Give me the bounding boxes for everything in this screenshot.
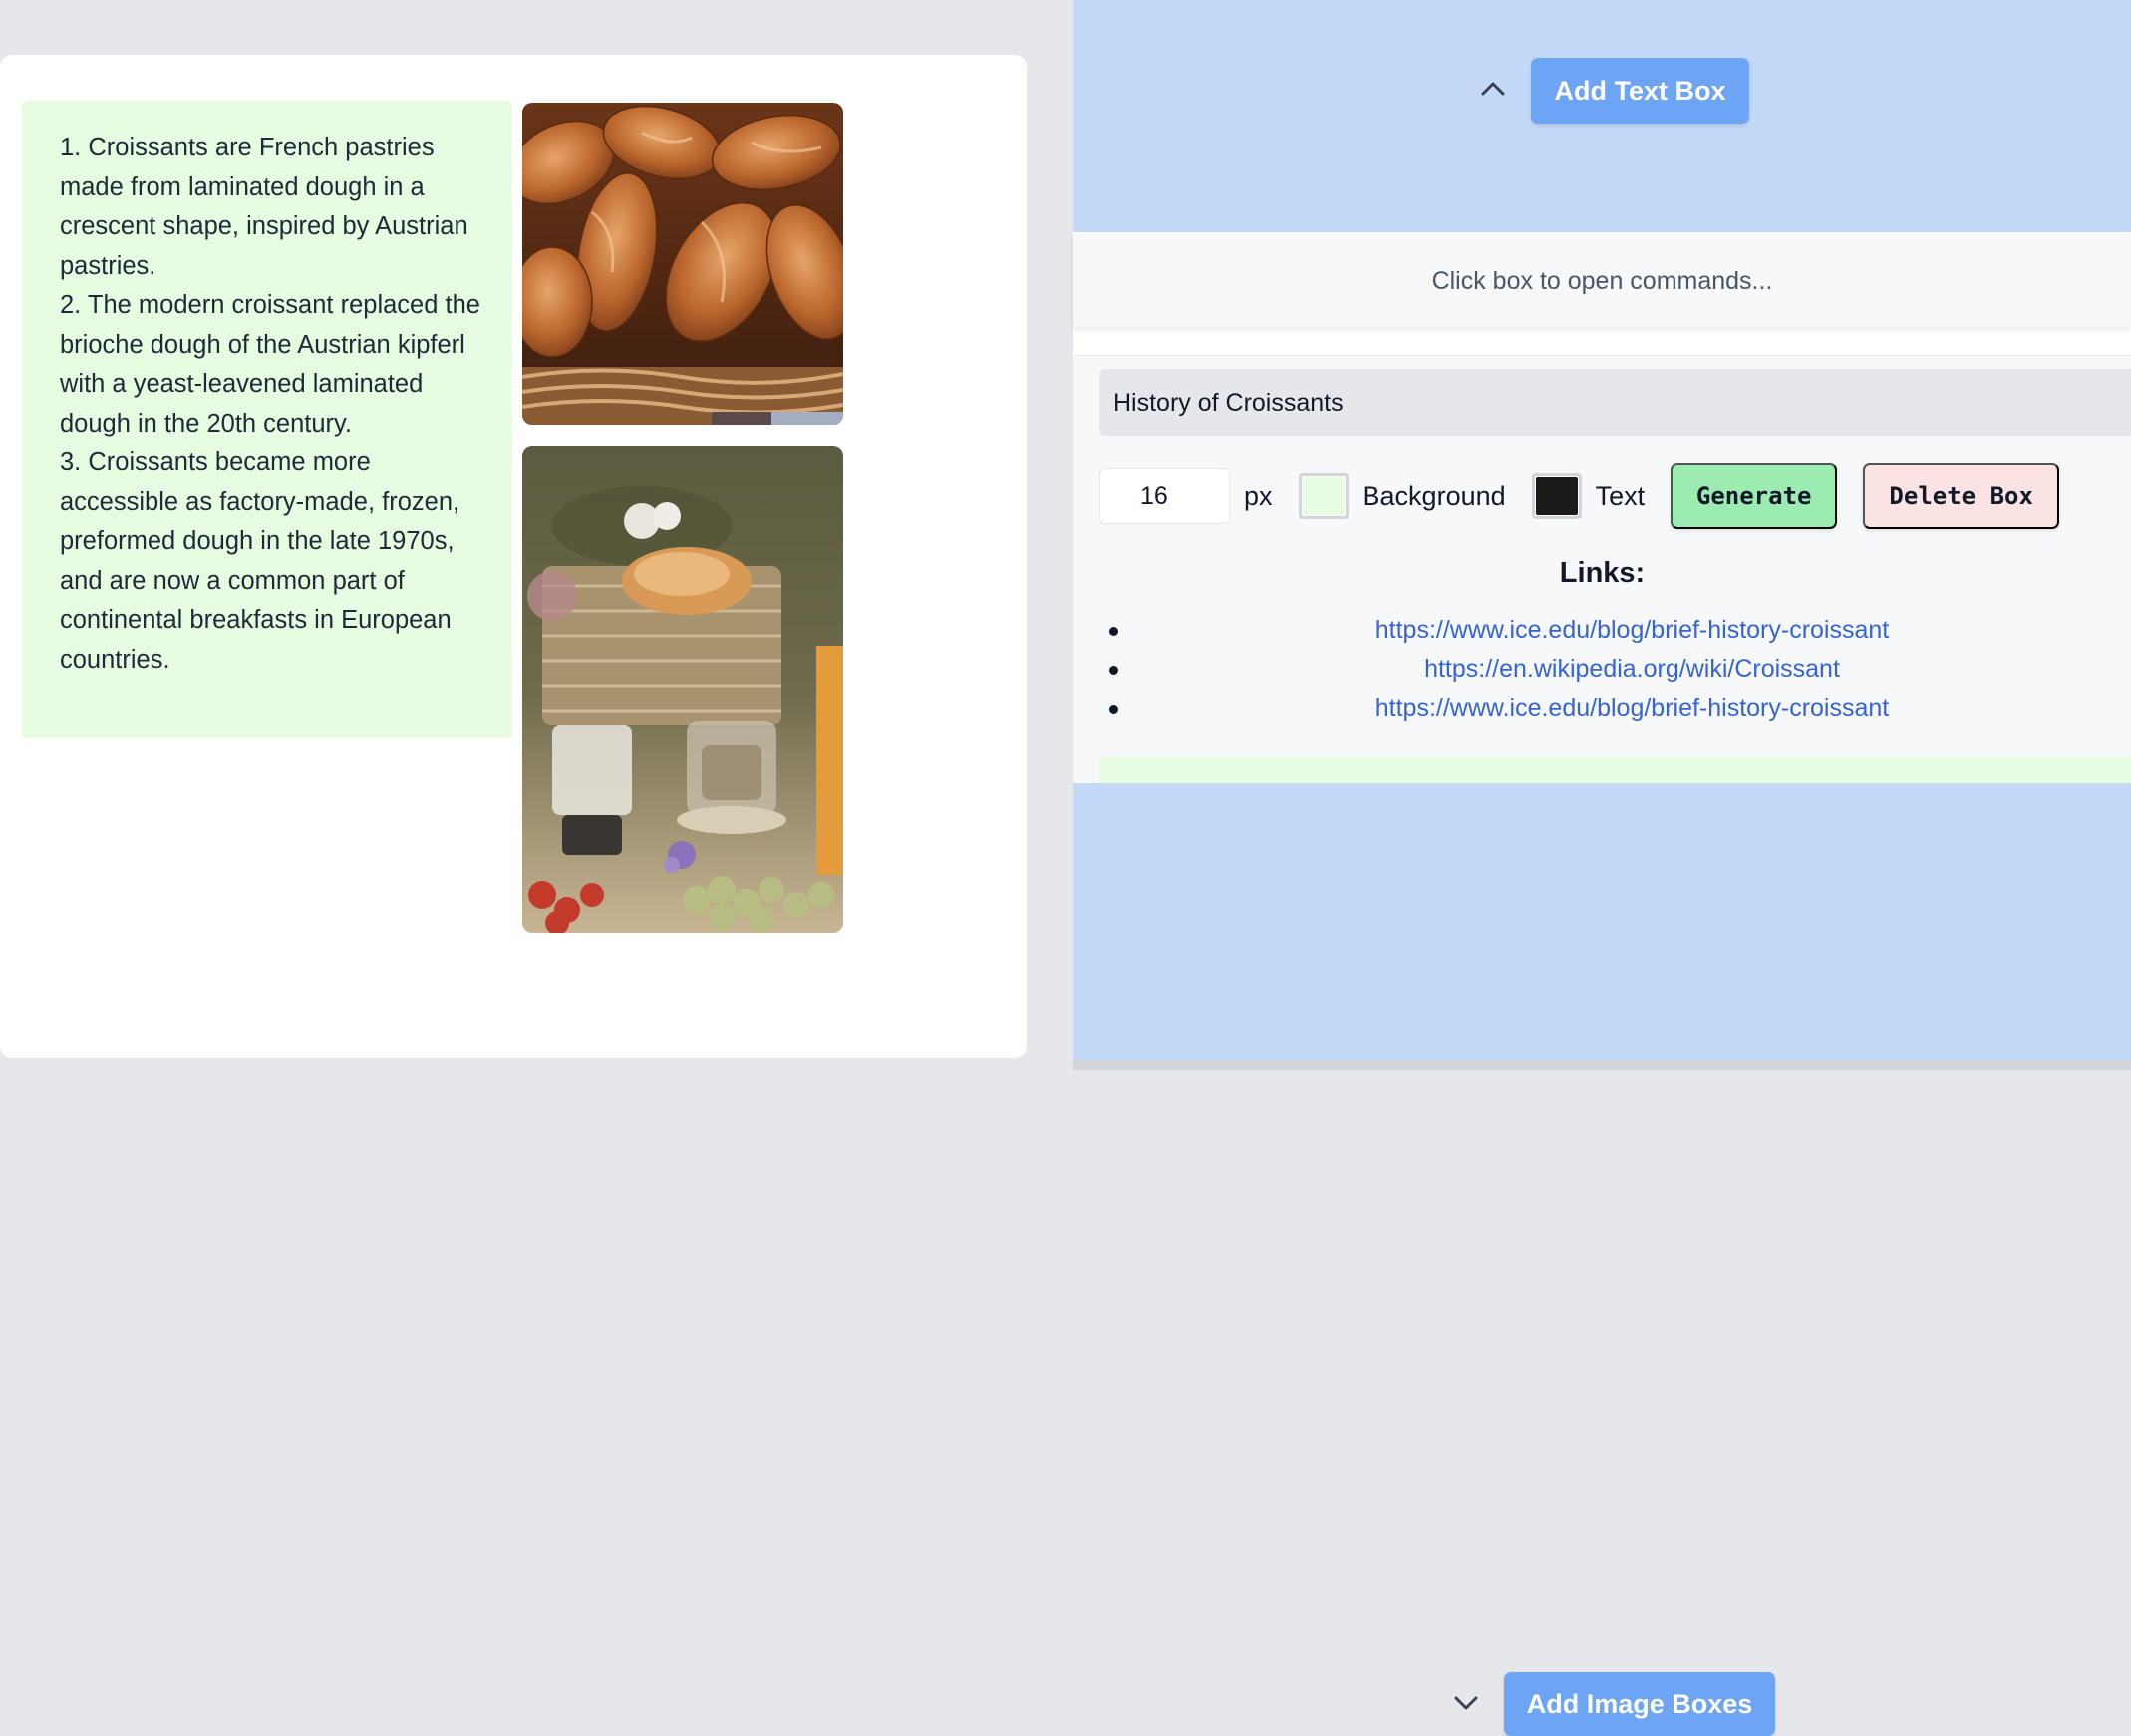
box-editor: History of Croissants 16 px Background T… <box>1073 355 2131 783</box>
image-box-croissants[interactable] <box>522 103 843 425</box>
picnic-basket-image <box>522 446 843 933</box>
scrollbar-track[interactable] <box>1073 1060 2131 1070</box>
list-item: https://www.ice.edu/blog/brief-history-c… <box>1073 689 2131 727</box>
next-box-preview[interactable] <box>1099 757 2131 783</box>
bottom-drop-zone: Add Image Boxes <box>1073 783 2131 1736</box>
text-color-swatch <box>1535 477 1578 515</box>
box-controls: 16 px Background Text Generate Delete Bo… <box>1099 463 2060 529</box>
editor-panel: Add Text Box Click box to open commands.… <box>1073 0 2131 1736</box>
box-title-input[interactable]: History of Croissants <box>1099 369 2131 436</box>
background-color-swatch <box>1302 477 1345 515</box>
text-box-paragraph: 3. Croissants became more accessible as … <box>60 448 460 674</box>
delete-box-button[interactable]: Delete Box <box>1863 463 2060 529</box>
text-box-paragraph: 2. The modern croissant replaced the bri… <box>60 291 480 437</box>
top-drop-zone: Add Text Box <box>1073 0 2131 232</box>
list-item: https://www.ice.edu/blog/brief-history-c… <box>1073 611 2131 650</box>
links-list: https://www.ice.edu/blog/brief-history-c… <box>1073 611 2131 727</box>
chevron-down-icon[interactable] <box>1449 1686 1483 1720</box>
text-color-label: Text <box>1595 480 1646 511</box>
background-label: Background <box>1362 480 1506 511</box>
page-canvas: 1. Croissants are French pastries made f… <box>0 55 1027 1058</box>
list-item: https://en.wikipedia.org/wiki/Croissant <box>1073 650 2131 689</box>
image-box-picnic[interactable] <box>522 446 843 933</box>
add-text-box-button[interactable]: Add Text Box <box>1531 58 1749 124</box>
chevron-up-icon[interactable] <box>1476 72 1510 106</box>
source-link[interactable]: https://en.wikipedia.org/wiki/Croissant <box>1424 655 1840 683</box>
text-box[interactable]: 1. Croissants are French pastries made f… <box>22 101 512 738</box>
generate-button[interactable]: Generate <box>1671 463 1838 529</box>
text-box-paragraph: 1. Croissants are French pastries made f… <box>60 134 468 280</box>
background-color-picker[interactable] <box>1298 473 1349 519</box>
links-heading: Links: <box>1559 557 1646 589</box>
text-color-picker[interactable] <box>1531 473 1582 519</box>
commands-hint: Click box to open commands... <box>1073 235 2131 327</box>
source-link[interactable]: https://www.ice.edu/blog/brief-history-c… <box>1375 694 1890 722</box>
add-image-boxes-button[interactable]: Add Image Boxes <box>1504 1672 1775 1736</box>
font-size-input[interactable]: 16 <box>1099 468 1230 524</box>
croissant-basket-image <box>522 103 843 425</box>
font-size-unit: px <box>1244 480 1273 511</box>
source-link[interactable]: https://www.ice.edu/blog/brief-history-c… <box>1375 616 1890 644</box>
